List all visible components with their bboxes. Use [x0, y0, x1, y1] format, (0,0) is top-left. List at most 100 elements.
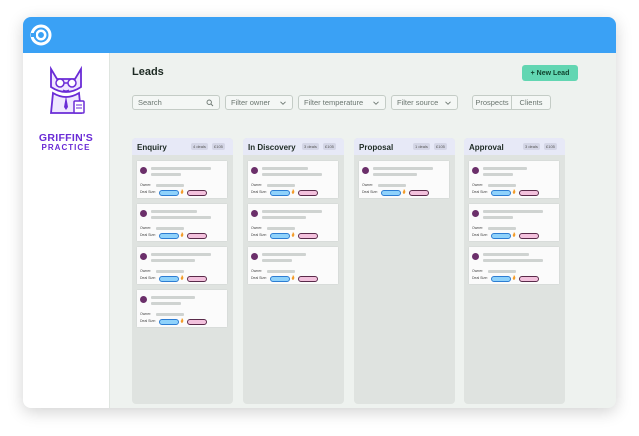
lead-card[interactable]: Owner: Deal Size: — [137, 290, 227, 327]
lead-card[interactable]: Owner: Deal Size: — [469, 204, 559, 241]
lead-card[interactable]: Owner: Deal Size: — [359, 161, 449, 198]
lead-text-placeholder — [151, 296, 195, 299]
deal-size-label: Deal Size: — [251, 233, 267, 237]
temperature-tag — [298, 190, 318, 196]
owner-label: Owner: — [140, 312, 152, 316]
cat-mascot-icon — [50, 65, 85, 114]
owner-placeholder — [488, 227, 516, 230]
lead-avatar — [140, 210, 147, 217]
lead-card[interactable]: Owner: Deal Size: — [248, 247, 338, 284]
lead-text-placeholder — [483, 173, 513, 176]
pipeline-column: Proposal 1 deals £105 Owner: Deal Size: — [354, 138, 455, 404]
deal-size-label: Deal Size: — [140, 276, 156, 280]
lead-text-placeholder — [483, 259, 543, 262]
deal-size-tag — [270, 233, 290, 239]
lead-avatar — [251, 253, 258, 260]
lead-card[interactable]: Owner: Deal Size: — [137, 247, 227, 284]
filter-source-label: Filter source — [397, 98, 439, 107]
lead-avatar — [472, 253, 479, 260]
deal-size-tag — [159, 233, 179, 239]
flame-icon — [512, 275, 516, 280]
column-title: Approval — [469, 143, 504, 152]
lead-text-placeholder — [483, 253, 529, 256]
owner-placeholder — [488, 270, 516, 273]
pipeline-column: In Discovery 3 deals £105 Owner: Deal Size: O… — [243, 138, 344, 404]
lead-card[interactable]: Owner: Deal Size: — [248, 204, 338, 241]
flame-icon — [291, 189, 295, 194]
lead-text-placeholder — [483, 210, 543, 213]
toggle-clients[interactable]: Clients — [511, 96, 550, 109]
owner-placeholder — [156, 270, 184, 273]
owner-placeholder — [378, 184, 406, 187]
lead-card[interactable]: Owner: Deal Size: — [469, 247, 559, 284]
deal-value-badge: £105 — [434, 143, 447, 150]
lead-avatar — [140, 296, 147, 303]
view-toggle: Prospects Clients — [472, 95, 551, 110]
owner-placeholder — [156, 184, 184, 187]
deal-size-label: Deal Size: — [140, 190, 156, 194]
search-input[interactable]: Search — [132, 95, 220, 110]
owner-placeholder — [267, 184, 295, 187]
brand-line-2: PRACTICE — [41, 143, 91, 152]
flame-icon — [180, 232, 184, 237]
lead-text-placeholder — [262, 253, 306, 256]
page-title: Leads — [132, 66, 164, 78]
deal-size-tag — [159, 190, 179, 196]
search-icon — [206, 99, 214, 107]
lead-text-placeholder — [483, 216, 513, 219]
deal-size-label: Deal Size: — [251, 190, 267, 194]
deal-size-tag — [159, 276, 179, 282]
lead-text-placeholder — [151, 210, 197, 213]
deal-size-label: Deal Size: — [472, 190, 488, 194]
lead-card[interactable]: Owner: Deal Size: — [137, 161, 227, 198]
lead-text-placeholder — [262, 167, 308, 170]
lead-avatar — [140, 253, 147, 260]
temperature-tag — [519, 276, 539, 282]
search-placeholder: Search — [138, 98, 162, 107]
deal-size-label: Deal Size: — [251, 276, 267, 280]
column-title: In Discovery — [248, 143, 296, 152]
owner-placeholder — [156, 227, 184, 230]
temperature-tag — [298, 276, 318, 282]
flame-icon — [291, 275, 295, 280]
deal-size-label: Deal Size: — [362, 190, 378, 194]
lead-text-placeholder — [151, 216, 211, 219]
filter-temperature-select[interactable]: Filter temperature — [298, 95, 386, 110]
lead-card[interactable]: Owner: Deal Size: — [137, 204, 227, 241]
owner-label: Owner: — [362, 183, 374, 187]
owner-placeholder — [156, 313, 184, 316]
lead-card[interactable]: Owner: Deal Size: — [469, 161, 559, 198]
owner-label: Owner: — [251, 226, 263, 230]
owner-label: Owner: — [140, 183, 152, 187]
deal-count-badge: 1 deals — [413, 143, 430, 150]
lead-avatar — [472, 210, 479, 217]
lead-avatar — [251, 210, 258, 217]
filter-owner-select[interactable]: Filter owner — [225, 95, 293, 110]
app-window: GRIFFIN'S PRACTICE Leads + New Lead Sear… — [23, 17, 616, 408]
app-logo-icon[interactable] — [30, 24, 52, 46]
new-lead-button[interactable]: + New Lead — [522, 65, 578, 81]
column-header: In Discovery 3 deals £105 — [243, 138, 344, 155]
deal-count-badge: 3 deals — [523, 143, 540, 150]
lead-text-placeholder — [151, 167, 211, 170]
temperature-tag — [187, 233, 207, 239]
temperature-tag — [409, 190, 429, 196]
brand-name: GRIFFIN'S PRACTICE — [23, 133, 109, 153]
main-content: Leads + New Lead Search Filter owner Fil… — [110, 53, 616, 408]
lead-text-placeholder — [151, 259, 195, 262]
deal-value-badge: £105 — [212, 143, 225, 150]
owner-label: Owner: — [472, 269, 484, 273]
flame-icon — [402, 189, 406, 194]
temperature-tag — [298, 233, 318, 239]
lead-card[interactable]: Owner: Deal Size: — [248, 161, 338, 198]
sidebar: GRIFFIN'S PRACTICE — [23, 53, 110, 408]
flame-icon — [180, 318, 184, 323]
flame-icon — [180, 275, 184, 280]
toggle-prospects[interactable]: Prospects — [473, 96, 511, 109]
deal-size-label: Deal Size: — [472, 276, 488, 280]
deal-size-tag — [491, 190, 511, 196]
filter-source-select[interactable]: Filter source — [391, 95, 458, 110]
column-title: Proposal — [359, 143, 394, 152]
flame-icon — [512, 189, 516, 194]
lead-text-placeholder — [373, 173, 417, 176]
